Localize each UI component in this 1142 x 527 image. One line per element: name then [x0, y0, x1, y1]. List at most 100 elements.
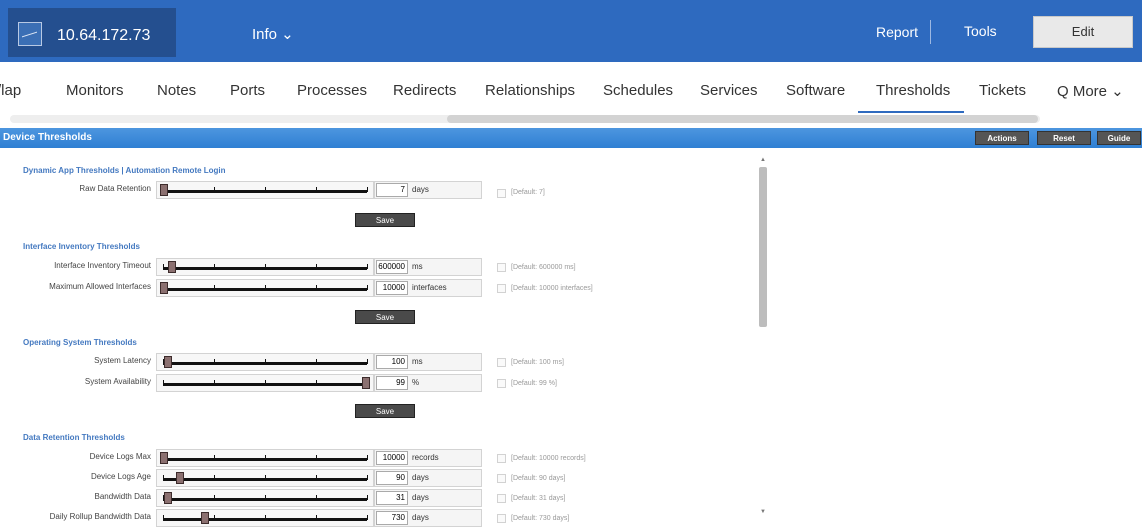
default-hint: [Default: 600000 ms]	[511, 264, 576, 271]
tab-notes[interactable]: Notes	[157, 82, 196, 99]
use-default-checkbox[interactable]	[497, 358, 506, 367]
slider-tick	[163, 475, 164, 480]
slider-handle[interactable]	[164, 492, 172, 504]
slider-tick	[265, 495, 266, 500]
tab-ports[interactable]: Ports	[230, 82, 265, 99]
tab-thresholds[interactable]: Thresholds	[876, 82, 950, 99]
slider-handle[interactable]	[160, 452, 168, 464]
actions-button[interactable]: Actions	[975, 131, 1029, 145]
slider-tick	[265, 515, 266, 520]
default-hint: [Default: 31 days]	[511, 495, 566, 502]
use-default-checkbox[interactable]	[497, 189, 506, 198]
device-logs-max-slider[interactable]	[156, 449, 374, 467]
device-logs-max-input[interactable]: 10000	[376, 451, 408, 465]
slider-tick	[265, 380, 266, 385]
guide-button[interactable]: Guide	[1097, 131, 1141, 145]
slider-handle[interactable]	[201, 512, 209, 524]
row-label-bandwidth-data: Bandwidth Data	[94, 492, 151, 501]
daily-rollup-bandwidth-data-slider[interactable]	[156, 509, 374, 527]
slider-tick	[214, 380, 215, 385]
report-button[interactable]: Report	[876, 24, 918, 40]
system-latency-slider[interactable]	[156, 353, 374, 371]
slider-handle[interactable]	[176, 472, 184, 484]
maximum-allowed-interfaces-input[interactable]: 10000	[376, 281, 408, 295]
slider-tick	[265, 475, 266, 480]
use-default-checkbox[interactable]	[497, 494, 506, 503]
interface-inventory-timeout-value: 600000 ms	[374, 258, 482, 276]
slider-tick	[265, 187, 266, 192]
edit-button[interactable]: Edit	[1033, 16, 1133, 48]
use-default-checkbox[interactable]	[497, 514, 506, 523]
device-name: 10.64.172.73	[57, 27, 151, 44]
use-default-checkbox[interactable]	[497, 454, 506, 463]
content-scrollbar[interactable]: ▲ ▼	[757, 157, 769, 519]
save-button-interface-inventory[interactable]: Save	[355, 310, 415, 324]
slider-handle[interactable]	[168, 261, 176, 273]
row-label-device-logs-age: Device Logs Age	[90, 472, 151, 481]
save-button-operating-system[interactable]: Save	[355, 404, 415, 418]
bandwidth-data-input[interactable]: 31	[376, 491, 408, 505]
use-default-checkbox[interactable]	[497, 263, 506, 272]
slider-handle[interactable]	[160, 184, 168, 196]
row-label-system-availability: System Availability	[84, 377, 151, 386]
tab-relationships[interactable]: Relationships	[485, 82, 575, 99]
slider-handle[interactable]	[160, 282, 168, 294]
raw-data-retention-input[interactable]: 7	[376, 183, 408, 197]
scroll-down-arrow-icon[interactable]: ▼	[760, 509, 766, 515]
daily-rollup-bandwidth-data-input[interactable]: 730	[376, 511, 408, 525]
slider-tick	[214, 285, 215, 290]
tab-map[interactable]: /lap	[0, 82, 21, 99]
default-hint: [Default: 10000 interfaces]	[511, 285, 593, 292]
bandwidth-data-slider[interactable]	[156, 489, 374, 507]
tab-tickets[interactable]: Tickets	[979, 82, 1026, 99]
device-logs-age-slider[interactable]	[156, 469, 374, 487]
tab-monitors[interactable]: Monitors	[66, 82, 124, 99]
tab-scrollbar-thumb[interactable]	[447, 115, 1038, 123]
slider-tick	[214, 264, 215, 269]
device-logs-age-input[interactable]: 90	[376, 471, 408, 485]
slider-handle[interactable]	[164, 356, 172, 368]
interface-inventory-timeout-slider[interactable]	[156, 258, 374, 276]
use-default-checkbox[interactable]	[497, 379, 506, 388]
interface-inventory-timeout-input[interactable]: 600000	[376, 260, 408, 274]
row-label-system-latency: System Latency	[94, 356, 151, 365]
device-logs-max-value: 10000 records	[374, 449, 482, 467]
default-hint: [Default: 99 %]	[511, 380, 557, 387]
section-title: Device Thresholds	[3, 132, 92, 143]
slider-tick	[316, 264, 317, 269]
reset-button[interactable]: Reset	[1037, 131, 1091, 145]
row-unit: ms	[412, 357, 423, 366]
slider-tick	[316, 285, 317, 290]
slider-tick	[316, 359, 317, 364]
row-unit: days	[412, 513, 429, 522]
tab-schedules[interactable]: Schedules	[603, 82, 673, 99]
scroll-up-arrow-icon[interactable]: ▲	[760, 157, 766, 163]
raw-data-retention-slider[interactable]	[156, 181, 374, 199]
slider-handle[interactable]	[362, 377, 370, 389]
system-availability-input[interactable]: 99	[376, 376, 408, 390]
tab-processes[interactable]: Processes	[297, 82, 367, 99]
tab-redirects[interactable]: Redirects	[393, 82, 456, 99]
system-latency-input[interactable]: 100	[376, 355, 408, 369]
slider-tick	[367, 495, 368, 500]
use-default-checkbox[interactable]	[497, 284, 506, 293]
info-dropdown[interactable]: Info ⌄	[252, 25, 294, 43]
tools-button[interactable]: Tools	[964, 23, 997, 39]
device-header[interactable]: 10.64.172.73	[8, 8, 176, 57]
slider-tick	[214, 515, 215, 520]
thresholds-content: Dynamic App Thresholds | Automation Remo…	[0, 148, 1142, 527]
content-scrollbar-thumb[interactable]	[759, 167, 767, 327]
slider-tick	[367, 187, 368, 192]
slider-tick	[163, 380, 164, 385]
default-hint: [Default: 10000 records]	[511, 455, 586, 462]
save-button-dynamic-app[interactable]: Save	[355, 213, 415, 227]
more-tabs-dropdown[interactable]: Q More ⌄	[1057, 82, 1124, 100]
use-default-checkbox[interactable]	[497, 474, 506, 483]
system-availability-slider[interactable]	[156, 374, 374, 392]
section-header: Device Thresholds Actions Reset Guide	[0, 128, 1142, 148]
tab-services[interactable]: Services	[700, 82, 758, 99]
top-bar: 10.64.172.73 Info ⌄ Report Tools Edit	[0, 0, 1142, 62]
default-hint: [Default: 7]	[511, 189, 545, 196]
maximum-allowed-interfaces-slider[interactable]	[156, 279, 374, 297]
tab-software[interactable]: Software	[786, 82, 845, 99]
